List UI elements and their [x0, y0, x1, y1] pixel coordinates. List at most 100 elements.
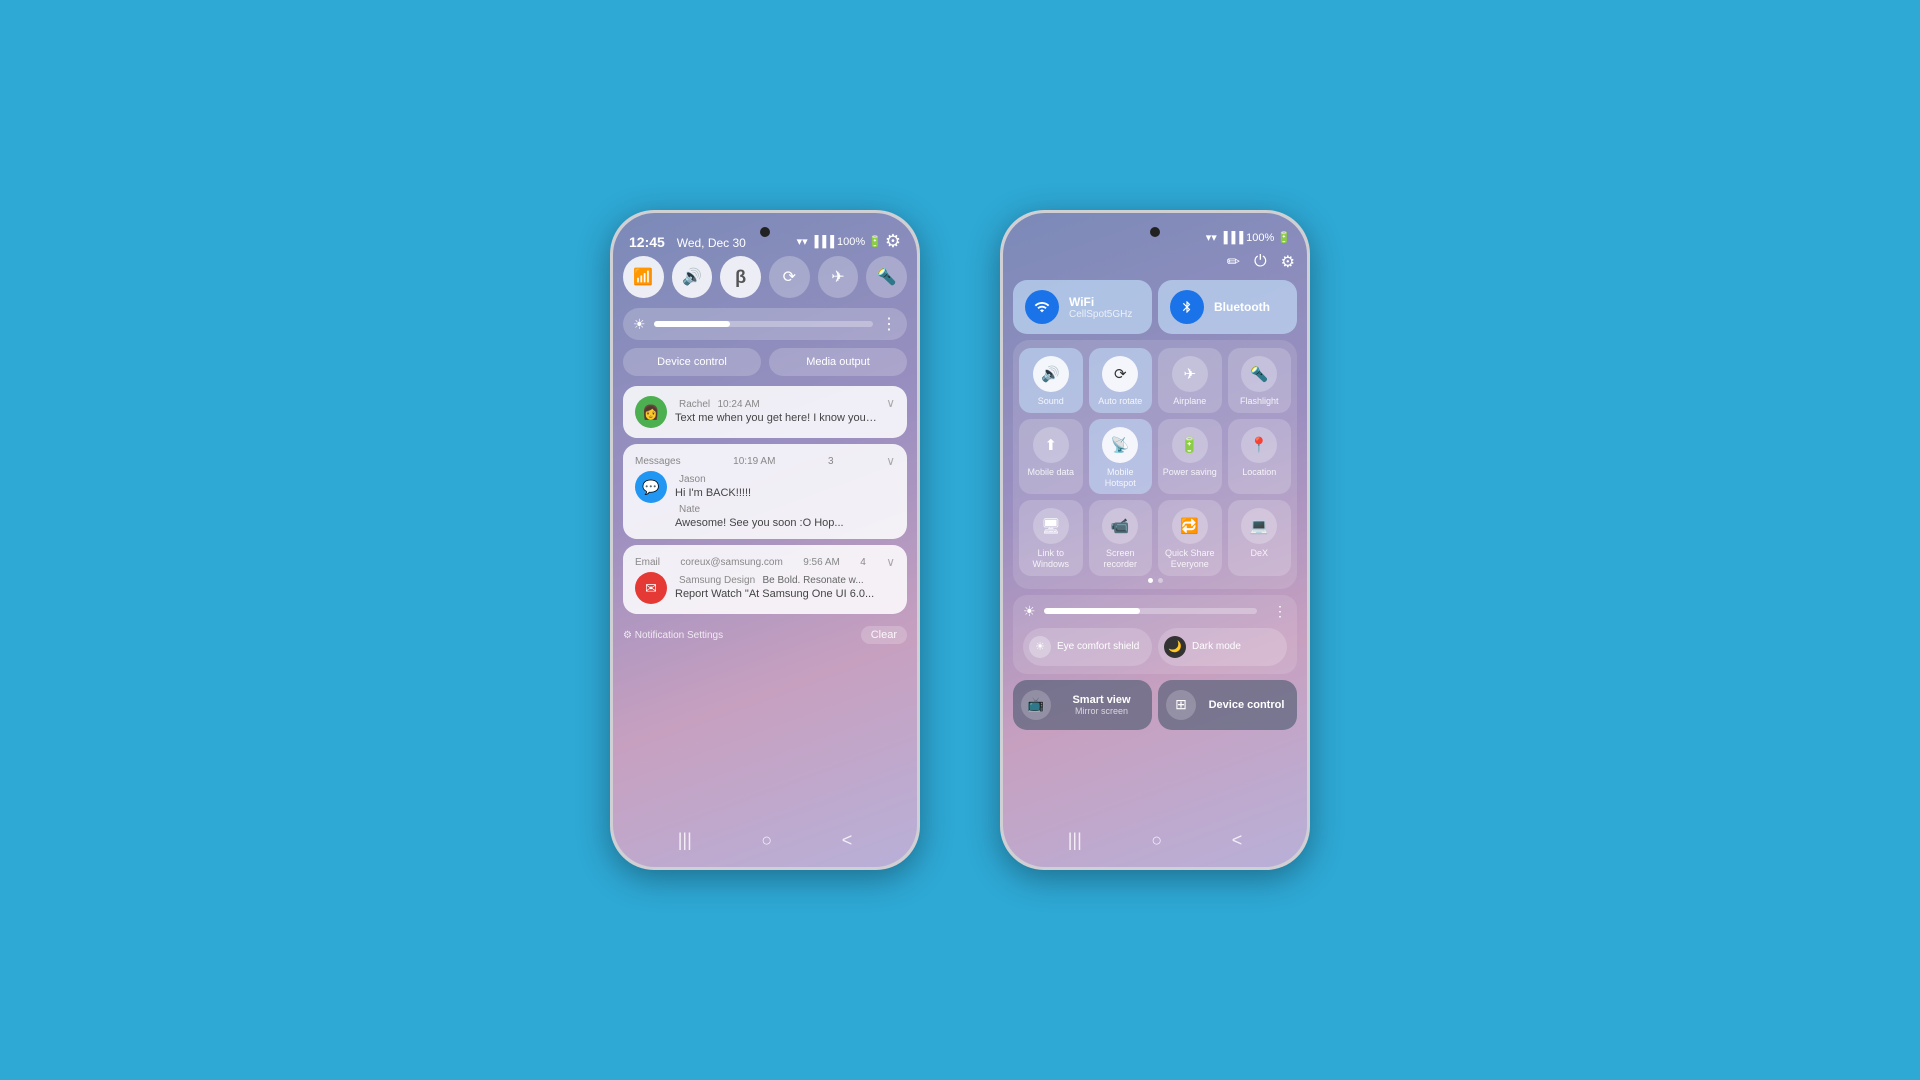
time-date: 12:45 Wed, Dec 30: [629, 234, 746, 250]
brightness-menu-icon[interactable]: ⋮: [881, 314, 897, 334]
media-output-button[interactable]: Media output: [769, 348, 907, 376]
eye-comfort-icon: ☀: [1029, 636, 1051, 658]
notification-footer: ⚙ Notification Settings Clear: [623, 620, 907, 648]
location-tile[interactable]: 📍 Location: [1228, 419, 1292, 495]
email-expand-icon[interactable]: ∨: [886, 555, 895, 569]
eye-comfort-button[interactable]: ☀ Eye comfort shield: [1023, 628, 1152, 666]
extra-buttons-row: ☀ Eye comfort shield 🌙 Dark mode: [1023, 628, 1287, 666]
messages-expand-icon[interactable]: ∨: [886, 454, 895, 468]
email-report-row: Report Watch "At Samsung One UI 6.0...: [675, 588, 895, 600]
qs-brightness-icon: ☀: [1023, 603, 1036, 620]
smart-view-label: Smart view: [1059, 694, 1144, 706]
nav-bar-1: ||| ○ <: [613, 820, 917, 867]
smart-view-icon: 📺: [1021, 690, 1051, 720]
settings-icon-2[interactable]: ⚙: [1281, 252, 1295, 272]
wifi-wide-tile[interactable]: WiFi CellSpot5GHz: [1013, 280, 1152, 334]
screen-recorder-tile[interactable]: 📹 Screen recorder: [1089, 500, 1153, 576]
notification-rachel[interactable]: 👩 Rachel 10:24 AM Text me when you get h…: [623, 386, 907, 438]
rachel-expand-icon[interactable]: ∨: [886, 396, 895, 410]
mobile-data-label: Mobile data: [1027, 467, 1074, 478]
power-saving-tile[interactable]: 🔋 Power saving: [1158, 419, 1222, 495]
device-control-label-2: Device control: [1204, 699, 1289, 711]
back-icon[interactable]: <: [842, 830, 853, 851]
email-time: 9:56 AM: [803, 557, 840, 568]
home-icon-2[interactable]: ○: [1151, 830, 1162, 851]
auto-rotate-tile[interactable]: ⟳ Auto rotate: [1089, 348, 1153, 413]
time: 12:45: [629, 234, 665, 250]
flashlight-label: Flashlight: [1240, 396, 1279, 407]
power-icon[interactable]: ⏻: [1254, 253, 1267, 271]
location-label: Location: [1242, 467, 1276, 478]
email-avatar: ✉: [635, 572, 667, 604]
phone-1: 12:45 Wed, Dec 30 ▾▾ ▐▐▐ 100% 🔋 ⚙ 📶 🔊 β …: [610, 210, 920, 870]
smart-view-sub: Mirror screen: [1059, 706, 1144, 716]
rotate-toggle[interactable]: ⟳: [769, 256, 810, 298]
recent-apps-icon-2[interactable]: |||: [1068, 830, 1082, 851]
home-icon[interactable]: ○: [761, 830, 772, 851]
qs-brightness-menu-icon[interactable]: ⋮: [1273, 603, 1287, 620]
edit-icon[interactable]: ✏: [1227, 252, 1240, 272]
messages-time: 10:19 AM: [733, 456, 775, 467]
wifi-toggle[interactable]: 📶: [623, 256, 664, 298]
qs-brightness-fill: [1044, 608, 1140, 614]
link-windows-icon: 🖥: [1033, 508, 1069, 544]
screen-recorder-icon: 📹: [1102, 508, 1138, 544]
brightness-bar[interactable]: ☀ ⋮: [623, 308, 907, 340]
signal-status-icon: ▐▐▐: [1220, 232, 1243, 244]
notification-email[interactable]: Email coreux@samsung.com 9:56 AM 4 ∨ ✉ S…: [623, 545, 907, 614]
airplane-tile[interactable]: ✈ Airplane: [1158, 348, 1222, 413]
action-buttons: Device control Media output: [623, 348, 907, 376]
email-app-label: Email: [635, 557, 660, 568]
sound-toggle[interactable]: 🔊: [672, 256, 713, 298]
bluetooth-wide-tile[interactable]: Bluetooth: [1158, 280, 1297, 334]
dark-mode-button[interactable]: 🌙 Dark mode: [1158, 628, 1287, 666]
auto-rotate-label: Auto rotate: [1098, 396, 1142, 407]
device-control-button[interactable]: Device control: [623, 348, 761, 376]
sound-tile[interactable]: 🔊 Sound: [1019, 348, 1083, 413]
quick-toggles: 📶 🔊 β ⟳ ✈ 🔦: [623, 256, 907, 298]
status-icons: ▾▾ ▐▐▐ 100% 🔋 ⚙: [797, 231, 901, 252]
brightness-track[interactable]: [654, 321, 873, 327]
back-icon-2[interactable]: <: [1232, 830, 1243, 851]
device-control-qs-button[interactable]: ⊞ Device control: [1158, 680, 1297, 730]
dark-mode-label: Dark mode: [1192, 641, 1241, 652]
notification-settings-label[interactable]: ⚙ Notification Settings: [623, 630, 723, 641]
sound-tile-icon: 🔊: [1033, 356, 1069, 392]
mobile-data-tile[interactable]: ⬆ Mobile data: [1019, 419, 1083, 495]
qs-brightness-track[interactable]: [1044, 608, 1257, 614]
airplane-label: Airplane: [1173, 396, 1206, 407]
wide-tile-row: WiFi CellSpot5GHz Bluetooth: [1013, 280, 1297, 334]
messages-count: 3: [828, 456, 834, 467]
dex-tile[interactable]: 💻 DeX: [1228, 500, 1292, 576]
nate-text: Awesome! See you soon :O Hop...: [675, 517, 895, 529]
quick-share-icon: 🔁: [1172, 508, 1208, 544]
qs-grid-container: 🔊 Sound ⟳ Auto rotate ✈ Airplane 🔦 Flash…: [1013, 340, 1297, 589]
flashlight-tile[interactable]: 🔦 Flashlight: [1228, 348, 1292, 413]
dark-mode-icon: 🌙: [1164, 636, 1186, 658]
battery-label-2: 100%: [1246, 232, 1274, 244]
smart-view-button[interactable]: 📺 Smart view Mirror screen: [1013, 680, 1152, 730]
airplane-toggle[interactable]: ✈: [818, 256, 859, 298]
recent-apps-icon[interactable]: |||: [678, 830, 692, 851]
clear-button[interactable]: Clear: [861, 626, 907, 644]
bluetooth-toggle[interactable]: β: [720, 256, 761, 298]
power-saving-label: Power saving: [1163, 467, 1217, 478]
settings-icon[interactable]: ⚙: [885, 231, 901, 252]
quick-share-tile[interactable]: 🔁 Quick Share Everyone: [1158, 500, 1222, 576]
email-count: 4: [860, 557, 866, 568]
brightness-fill: [654, 321, 731, 327]
hotspot-tile[interactable]: 📡 Mobile Hotspot: [1089, 419, 1153, 495]
wifi-tile-icon: [1025, 290, 1059, 324]
wifi-tile-text: WiFi CellSpot5GHz: [1069, 295, 1140, 320]
qs-header: ✏ ⏻ ⚙: [1003, 248, 1307, 280]
quick-share-label: Quick Share Everyone: [1162, 548, 1218, 570]
link-windows-label: Link to Windows: [1023, 548, 1079, 570]
qs-brightness-row: ☀ ⋮: [1023, 603, 1287, 620]
link-windows-tile[interactable]: 🖥 Link to Windows: [1019, 500, 1083, 576]
airplane-tile-icon: ✈: [1172, 356, 1208, 392]
battery-icon-2: 🔋: [1277, 231, 1291, 244]
notification-messages[interactable]: Messages 10:19 AM 3 ∨ 💬 Jason Hi I'm BAC…: [623, 444, 907, 539]
dot-2: [1158, 578, 1163, 583]
dex-label: DeX: [1250, 548, 1268, 559]
flashlight-toggle[interactable]: 🔦: [866, 256, 907, 298]
